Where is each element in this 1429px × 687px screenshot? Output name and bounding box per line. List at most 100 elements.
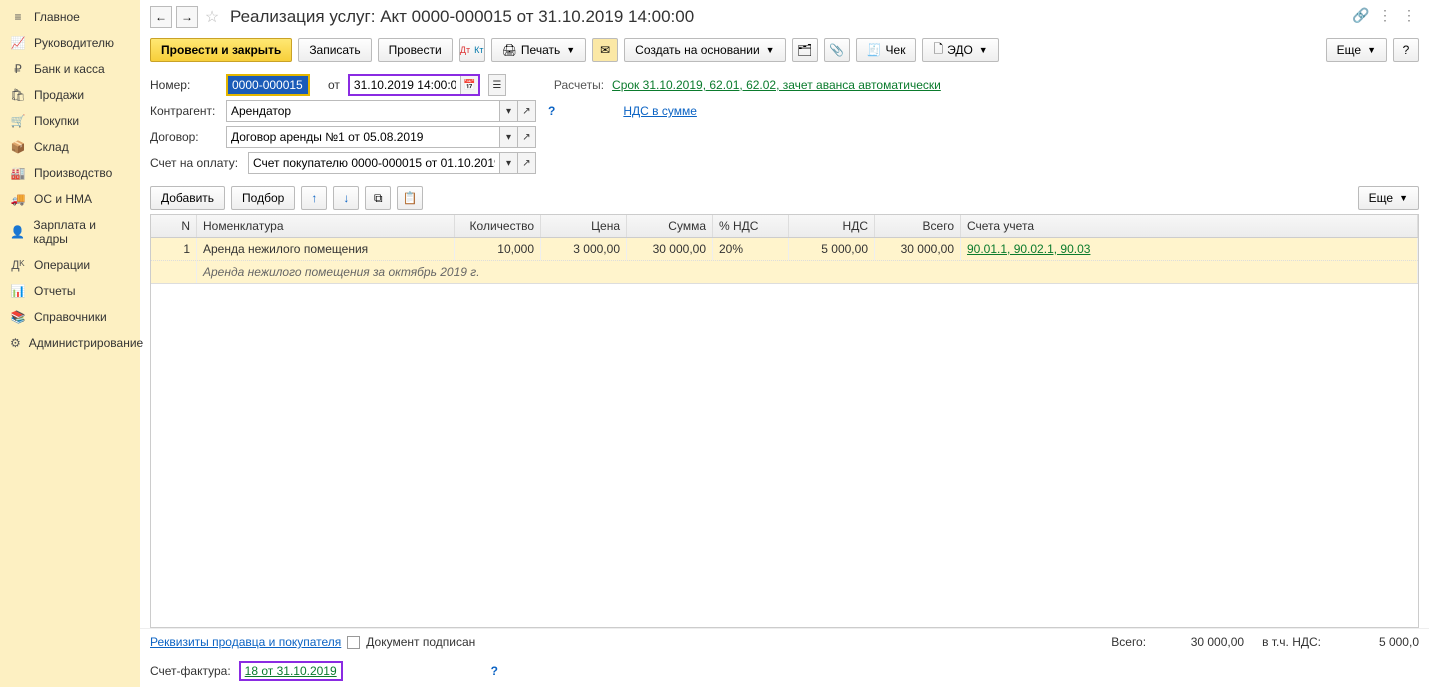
- th-vat[interactable]: НДС: [789, 215, 875, 237]
- debit-credit-icon: Дᴷ: [10, 258, 26, 272]
- help-button[interactable]: ?: [1393, 38, 1419, 62]
- link-icon[interactable]: 🔗: [1351, 7, 1371, 27]
- move-up-button[interactable]: ↑: [301, 186, 327, 210]
- sidebar-item-label: Руководителю: [34, 36, 114, 50]
- sidebar-item-label: Покупки: [34, 114, 79, 128]
- cell-vat: 5 000,00: [789, 238, 875, 260]
- sidebar-item-operations[interactable]: ДᴷОперации: [0, 252, 140, 278]
- open-icon[interactable]: ↗: [517, 153, 535, 173]
- post-button[interactable]: Провести: [378, 38, 453, 62]
- seller-buyer-link[interactable]: Реквизиты продавца и покупателя: [150, 635, 341, 649]
- page-title: Реализация услуг: Акт 0000-000015 от 31.…: [230, 7, 694, 27]
- post-close-button[interactable]: Провести и закрыть: [150, 38, 292, 62]
- date-input[interactable]: [350, 76, 460, 94]
- sidebar-item-production[interactable]: 🏭Производство: [0, 160, 140, 186]
- table-header: N Номенклатура Количество Цена Сумма % Н…: [151, 215, 1418, 238]
- select-button[interactable]: Подбор: [231, 186, 295, 210]
- cell-price: 3 000,00: [541, 238, 627, 260]
- invoice-input[interactable]: [249, 153, 499, 173]
- bars-icon: 📊: [10, 284, 26, 298]
- cell-total: 30 000,00: [875, 238, 961, 260]
- print-button[interactable]: 🖨Печать▼: [491, 38, 586, 62]
- mail-icon: ✉: [600, 43, 610, 57]
- more-button[interactable]: Еще▼: [1326, 38, 1387, 62]
- save-button[interactable]: Записать: [298, 38, 371, 62]
- th-total[interactable]: Всего: [875, 215, 961, 237]
- vat-mode-link[interactable]: НДС в сумме: [623, 104, 697, 118]
- paste-button[interactable]: 📋: [397, 186, 423, 210]
- open-icon[interactable]: ↗: [517, 127, 535, 147]
- edo-button[interactable]: 🗋ЭДО▼: [922, 38, 998, 62]
- edo-icon: 🗋: [933, 40, 943, 61]
- contract-label: Договор:: [150, 130, 218, 144]
- dropdown-icon[interactable]: ▾: [499, 127, 517, 147]
- sidebar-item-label: Банк и касса: [34, 62, 105, 76]
- dropdown-icon[interactable]: ▾: [499, 101, 517, 121]
- attach-button[interactable]: 📎: [824, 38, 850, 62]
- cell-nomenclature: Аренда нежилого помещения: [197, 238, 455, 260]
- tree-icon: 🗂: [797, 43, 812, 57]
- sidebar-item-label: Склад: [34, 140, 69, 154]
- nav-back-button[interactable]: ←: [150, 6, 172, 28]
- main-area: ← → ☆ Реализация услуг: Акт 0000-000015 …: [140, 0, 1429, 687]
- open-icon[interactable]: ↗: [517, 101, 535, 121]
- star-icon[interactable]: ☆: [202, 7, 222, 27]
- sidebar-item-admin[interactable]: ⚙Администрирование: [0, 330, 140, 356]
- sidebar-item-sales[interactable]: 🛍Продажи: [0, 82, 140, 108]
- counterparty-hint[interactable]: ?: [548, 104, 555, 118]
- th-qty[interactable]: Количество: [455, 215, 541, 237]
- bag-icon: 🛍: [10, 88, 26, 102]
- sidebar-item-label: Администрирование: [29, 336, 143, 350]
- structure-button[interactable]: 🗂: [792, 38, 818, 62]
- sidebar-item-purchases[interactable]: 🛒 Покупки: [0, 108, 140, 134]
- debit-credit-button[interactable]: ДтКт: [459, 38, 485, 62]
- sidebar-item-label: Отчеты: [34, 284, 75, 298]
- copy-button[interactable]: ⧉: [365, 186, 391, 210]
- number-input[interactable]: [228, 76, 308, 94]
- check-button[interactable]: 🧾Чек: [856, 38, 917, 62]
- counterparty-input[interactable]: [227, 101, 499, 121]
- sidebar-item-reports[interactable]: 📊 Отчеты: [0, 278, 140, 304]
- th-price[interactable]: Цена: [541, 215, 627, 237]
- th-accounts[interactable]: Счета учета: [961, 215, 1418, 237]
- sidebar-item-main[interactable]: ≡Главное: [0, 4, 140, 30]
- sf-link[interactable]: 18 от 31.10.2019: [245, 664, 337, 678]
- move-down-button[interactable]: ↓: [333, 186, 359, 210]
- dropdown-icon[interactable]: ▾: [499, 153, 517, 173]
- sidebar-item-label: ОС и НМА: [34, 192, 92, 206]
- sidebar-item-manager[interactable]: 📈Руководителю: [0, 30, 140, 56]
- contract-field-wrap: ▾ ↗: [226, 126, 536, 148]
- th-sum[interactable]: Сумма: [627, 215, 713, 237]
- settlements-link[interactable]: Срок 31.10.2019, 62.01, 62.02, зачет ава…: [612, 78, 941, 92]
- paste-icon: 📋: [403, 191, 418, 205]
- calendar-icon[interactable]: 📅: [460, 76, 478, 94]
- add-button[interactable]: Добавить: [150, 186, 225, 210]
- th-nomenclature[interactable]: Номенклатура: [197, 215, 455, 237]
- list-icon[interactable]: ☰: [488, 74, 506, 96]
- number-label: Номер:: [150, 78, 218, 92]
- total-label: Всего:: [1111, 635, 1146, 649]
- invoice-field-wrap: ▾ ↗: [248, 152, 536, 174]
- table-row[interactable]: 1 Аренда нежилого помещения 10,000 3 000…: [151, 238, 1418, 261]
- contract-input[interactable]: [227, 127, 499, 147]
- sf-hint[interactable]: ?: [491, 664, 498, 678]
- email-button[interactable]: ✉: [592, 38, 618, 62]
- nav-forward-button[interactable]: →: [176, 6, 198, 28]
- th-n[interactable]: N: [151, 215, 197, 237]
- counterparty-label: Контрагент:: [150, 104, 218, 118]
- sidebar-item-reference[interactable]: 📚Справочники: [0, 304, 140, 330]
- sidebar-item-salary[interactable]: 👤Зарплата и кадры: [0, 212, 140, 252]
- sidebar-item-warehouse[interactable]: 📦Склад: [0, 134, 140, 160]
- more-menu-icon[interactable]: ⋮: [1375, 7, 1395, 27]
- create-based-button[interactable]: Создать на основании▼: [624, 38, 785, 62]
- sidebar-item-bank[interactable]: ₽Банк и касса: [0, 56, 140, 82]
- accounts-link[interactable]: 90.01.1, 90.02.1, 90.03: [967, 242, 1090, 256]
- counterparty-field-wrap: ▾ ↗: [226, 100, 536, 122]
- table-more-button[interactable]: Еще▼: [1358, 186, 1419, 210]
- doc-signed-checkbox[interactable]: [347, 636, 360, 649]
- th-vat-rate[interactable]: % НДС: [713, 215, 789, 237]
- extra-icon[interactable]: ⋮: [1399, 7, 1419, 27]
- table-row-desc[interactable]: Аренда нежилого помещения за октябрь 201…: [151, 261, 1418, 284]
- cart-icon: 🛒: [10, 114, 26, 128]
- sidebar-item-assets[interactable]: 🚚ОС и НМА: [0, 186, 140, 212]
